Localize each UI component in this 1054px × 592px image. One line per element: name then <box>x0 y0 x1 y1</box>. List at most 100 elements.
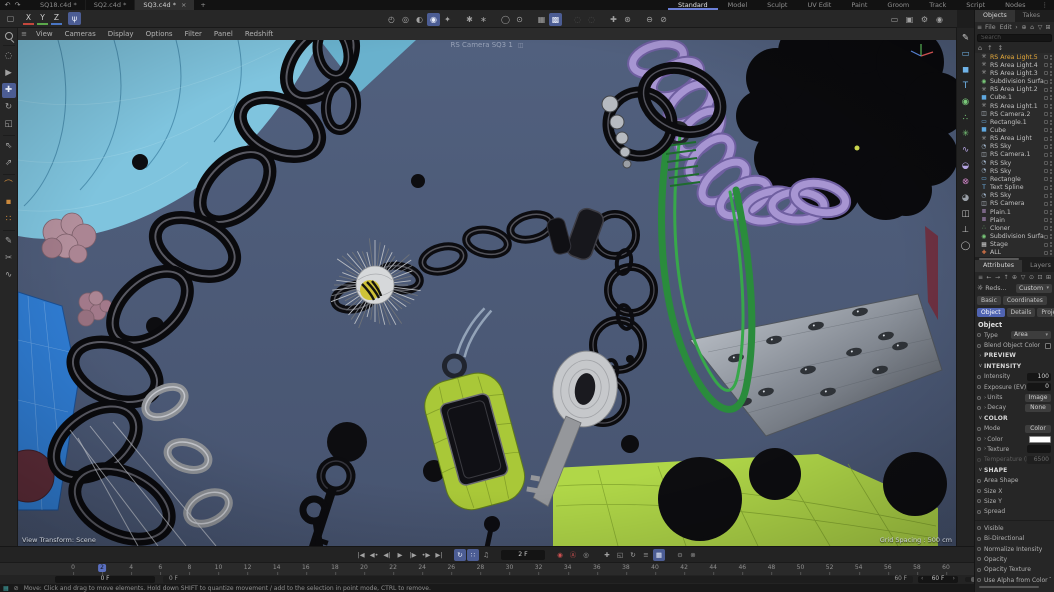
tab-project[interactable]: Project <box>1037 308 1054 317</box>
spline-wrap[interactable]: ∿ <box>959 143 973 158</box>
sound[interactable]: ♫ <box>480 549 492 561</box>
tab-attributes[interactable]: Attributes <box>975 260 1022 272</box>
array-generator[interactable]: ∴ <box>959 111 973 126</box>
menu-display[interactable]: Display <box>102 30 140 38</box>
object-row[interactable]: ☼RS Area Light.2 <box>975 86 1054 94</box>
camera-object[interactable]: ◫ <box>959 207 973 222</box>
anim-dot-icon[interactable] <box>977 557 981 561</box>
tab-objects[interactable]: Objects <box>975 10 1015 22</box>
doc-tab-sq3[interactable]: SQ3.c4d *× <box>135 0 194 10</box>
object-row[interactable]: ☼RS Area Light.5 <box>975 53 1054 61</box>
axis-lock-x[interactable]: X <box>23 12 34 25</box>
hamburger-icon[interactable]: ≡ <box>18 30 30 38</box>
disabled-b-icon[interactable]: ◌ <box>585 13 598 26</box>
visibility-toggles[interactable] <box>1044 120 1054 125</box>
generator[interactable]: ✳ <box>959 127 973 142</box>
anim-dot-icon[interactable] <box>977 526 981 530</box>
visibility-toggles[interactable] <box>1044 152 1054 157</box>
visibility-toggles[interactable] <box>1044 95 1054 100</box>
visibility-toggles[interactable] <box>1044 193 1054 198</box>
axis-lock-z[interactable]: Z <box>51 12 62 25</box>
display-toggle-icon[interactable] <box>1044 88 1048 92</box>
visibility-toggles[interactable] <box>1044 218 1054 223</box>
visibility-dots-icon[interactable] <box>1050 250 1052 252</box>
visibility-dots-icon[interactable] <box>1050 79 1052 81</box>
attr-dropdown-control[interactable]: Area <box>1011 331 1051 339</box>
find-tool-icon[interactable] <box>5 32 13 40</box>
select-tool[interactable]: ▶ <box>2 66 16 81</box>
object-row[interactable]: ☼RS Area Light.3 <box>975 69 1054 77</box>
object-row[interactable]: ☼RS Area Light.4 <box>975 61 1054 69</box>
section-shape[interactable]: ∨SHAPE <box>975 465 1054 475</box>
object-row[interactable]: ■Cube <box>975 126 1054 134</box>
menu-redshift[interactable]: Redshift <box>239 30 279 38</box>
expand-icon[interactable]: › <box>984 446 986 452</box>
arc-tool[interactable]: ⌒ <box>2 178 16 193</box>
visibility-dots-icon[interactable] <box>1050 144 1052 146</box>
volume-object[interactable]: ◕ <box>959 191 973 206</box>
display-toggle-icon[interactable] <box>1044 128 1048 132</box>
object-row[interactable]: ▭Rectangle.1 <box>975 118 1054 126</box>
close-tab-icon[interactable]: × <box>181 1 186 9</box>
layout-tab-paint[interactable]: Paint <box>841 0 877 10</box>
material-object[interactable]: ◯ <box>959 239 973 254</box>
visibility-dots-icon[interactable] <box>1050 87 1052 89</box>
scale-tool[interactable]: ◱ <box>2 117 16 132</box>
anim-dot-icon[interactable] <box>977 375 981 379</box>
menu-view[interactable]: View <box>30 30 59 38</box>
visibility-toggles[interactable] <box>1044 63 1054 68</box>
object-row[interactable]: TText Spline <box>975 184 1054 192</box>
deformer[interactable]: ⊗ <box>959 175 973 190</box>
preview-range-track[interactable]: 0 F 60 F <box>163 576 913 583</box>
visibility-dots-icon[interactable] <box>1050 177 1052 179</box>
display-toggle-icon[interactable] <box>1044 177 1048 181</box>
keyframe-selection[interactable]: ◎ <box>580 549 592 561</box>
visibility-dots-icon[interactable] <box>1050 218 1052 220</box>
attr-button-control[interactable]: Color <box>1025 425 1051 433</box>
anim-dot-icon[interactable] <box>977 547 981 551</box>
grid-icon[interactable]: ▦ <box>535 13 548 26</box>
home-icon[interactable]: ⌂ <box>978 44 982 52</box>
display-toggle-icon[interactable] <box>1044 137 1048 141</box>
visibility-toggles[interactable] <box>1044 185 1054 190</box>
display-toggle-icon[interactable] <box>1044 112 1048 116</box>
mode-dropdown[interactable]: Custom <box>1016 284 1052 293</box>
menu-edit[interactable]: Edit <box>999 24 1013 31</box>
key-position[interactable]: ✚ <box>601 549 613 561</box>
layout-menu-icon[interactable]: ⋮ <box>1036 1 1054 9</box>
popout-icon[interactable]: ⊞ <box>1044 24 1052 31</box>
spline-pen[interactable]: ✎ <box>959 31 973 46</box>
search-icon[interactable]: ⊕ <box>1011 274 1018 281</box>
remove-icon[interactable]: ⊖ <box>643 13 656 26</box>
display-toggle-icon[interactable] <box>1044 194 1048 198</box>
search-icon[interactable]: ⊕ <box>1020 24 1028 31</box>
rotate-tool[interactable]: ↻ <box>2 100 16 115</box>
shading-icon[interactable]: ◐ <box>413 13 426 26</box>
object-row[interactable]: ◫RS Camera.2 <box>975 110 1054 118</box>
visibility-dots-icon[interactable] <box>1050 112 1052 114</box>
anim-dot-icon[interactable] <box>977 479 981 483</box>
visibility-toggles[interactable] <box>1044 242 1054 247</box>
layout-tab-uv-edit[interactable]: UV Edit <box>797 0 841 10</box>
display-toggle-icon[interactable] <box>1044 251 1048 255</box>
move-tool[interactable]: ✚ <box>2 83 16 98</box>
modifier-icon[interactable]: ⊘ <box>657 13 670 26</box>
display-toggle-icon[interactable] <box>1044 186 1048 190</box>
visibility-toggles[interactable] <box>1044 201 1054 206</box>
doc-tab-sq18[interactable]: SQ18.c4d * <box>32 0 86 10</box>
menu-icon[interactable]: ≡ <box>977 24 982 31</box>
loop-playback[interactable]: ↻ <box>454 549 466 561</box>
home-icon[interactable]: ⌂ <box>1028 24 1036 31</box>
tab-object[interactable]: Object <box>977 308 1005 317</box>
layout-tab-model[interactable]: Model <box>718 0 758 10</box>
autokey[interactable]: Ⓐ <box>567 549 579 561</box>
anim-dot-icon[interactable] <box>977 568 981 572</box>
menu-file[interactable]: File <box>984 24 997 31</box>
forward-icon[interactable]: → <box>994 274 1001 281</box>
anim-dot-icon[interactable] <box>977 333 981 337</box>
display-toggle-icon[interactable] <box>1044 104 1048 108</box>
visibility-dots-icon[interactable] <box>1050 128 1052 130</box>
next-frame[interactable]: |▶ <box>407 549 419 561</box>
display-toggle-icon[interactable] <box>1044 243 1048 247</box>
anim-dot-icon[interactable] <box>977 489 981 493</box>
